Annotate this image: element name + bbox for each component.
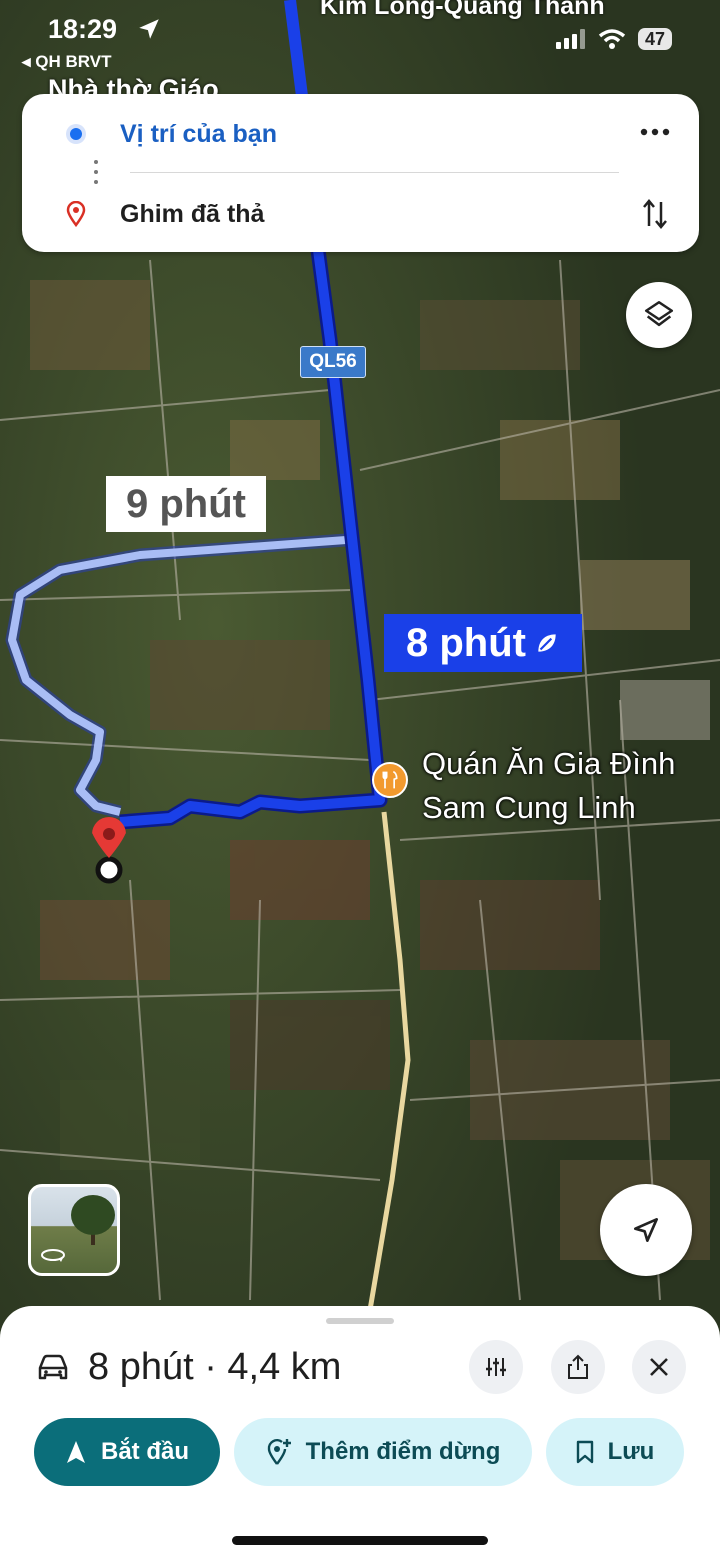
more-icon xyxy=(640,128,670,136)
close-icon xyxy=(650,1358,668,1376)
road-shield: QL56 xyxy=(300,346,366,378)
battery-level: 47 xyxy=(637,28,672,50)
swap-icon xyxy=(643,199,667,229)
pin-outline-icon xyxy=(66,201,86,227)
share-button[interactable] xyxy=(551,1340,605,1394)
status-bar: 18:29 ◂ QH BRVT 47 xyxy=(0,0,720,80)
origin-field[interactable]: Vị trí của bạn xyxy=(22,104,699,164)
restaurant-icon[interactable] xyxy=(372,762,408,798)
directions-card: Vị trí của bạn Ghim đã thả xyxy=(22,94,699,252)
car-icon xyxy=(38,1354,68,1380)
route-summary-text: 8 phút · 4,4 km xyxy=(88,1345,342,1388)
location-arrow-icon xyxy=(139,19,159,39)
divider xyxy=(130,172,619,173)
signal-icon xyxy=(555,29,585,49)
save-label: Lưu xyxy=(607,1438,655,1465)
main-route-time-label[interactable]: 8 phút xyxy=(384,614,582,672)
locate-button[interactable] xyxy=(600,1184,692,1276)
origin-text: Vị trí của bạn xyxy=(120,119,277,148)
more-button[interactable] xyxy=(635,112,675,152)
poi-name-line1: Quán Ăn Gia Đình xyxy=(422,746,676,781)
destination-text: Ghim đã thả xyxy=(120,199,265,228)
rotate-360-icon xyxy=(41,1249,65,1262)
main-route-time: 8 phút xyxy=(406,620,526,665)
add-stop-label: Thêm điểm dừng xyxy=(305,1438,501,1465)
route-options-button[interactable] xyxy=(469,1340,523,1394)
back-app-name: QH BRVT xyxy=(35,52,112,71)
filter-icon xyxy=(486,1358,506,1376)
status-time: 18:29 xyxy=(48,14,118,44)
poi-name[interactable]: Quán Ăn Gia Đình Sam Cung Linh xyxy=(422,742,675,830)
route-summary: 8 phút · 4,4 km xyxy=(36,1344,341,1390)
alt-route-time: 9 phút xyxy=(126,481,246,526)
share-icon xyxy=(568,1354,588,1379)
my-location-dot-icon xyxy=(66,124,86,144)
route-sheet: 8 phút · 4,4 km Bắt đầu Thêm điểm dừng L… xyxy=(0,1306,720,1557)
swap-button[interactable] xyxy=(635,194,675,234)
locate-icon xyxy=(634,1218,658,1242)
save-button[interactable]: Lưu xyxy=(546,1418,684,1486)
alt-route-time-label[interactable]: 9 phút xyxy=(106,476,266,532)
add-stop-button[interactable]: Thêm điểm dừng xyxy=(234,1418,532,1486)
wifi-icon xyxy=(598,29,626,49)
add-stop-icon xyxy=(267,1439,291,1465)
bookmark-icon xyxy=(576,1440,593,1464)
destination-field[interactable]: Ghim đã thả xyxy=(22,184,699,244)
back-to-app[interactable]: ◂ QH BRVT xyxy=(22,52,111,72)
leaf-icon xyxy=(538,634,556,652)
start-label: Bắt đầu xyxy=(100,1438,189,1465)
street-view-thumbnail[interactable] xyxy=(28,1184,120,1276)
sheet-grabber[interactable] xyxy=(326,1318,394,1324)
close-button[interactable] xyxy=(632,1340,686,1394)
start-button[interactable]: Bắt đầu xyxy=(34,1418,220,1486)
navigate-icon xyxy=(66,1441,85,1463)
layers-button[interactable] xyxy=(626,282,692,348)
poi-name-line2: Sam Cung Linh xyxy=(422,790,636,825)
layers-icon xyxy=(644,300,674,327)
home-indicator[interactable] xyxy=(232,1536,488,1545)
